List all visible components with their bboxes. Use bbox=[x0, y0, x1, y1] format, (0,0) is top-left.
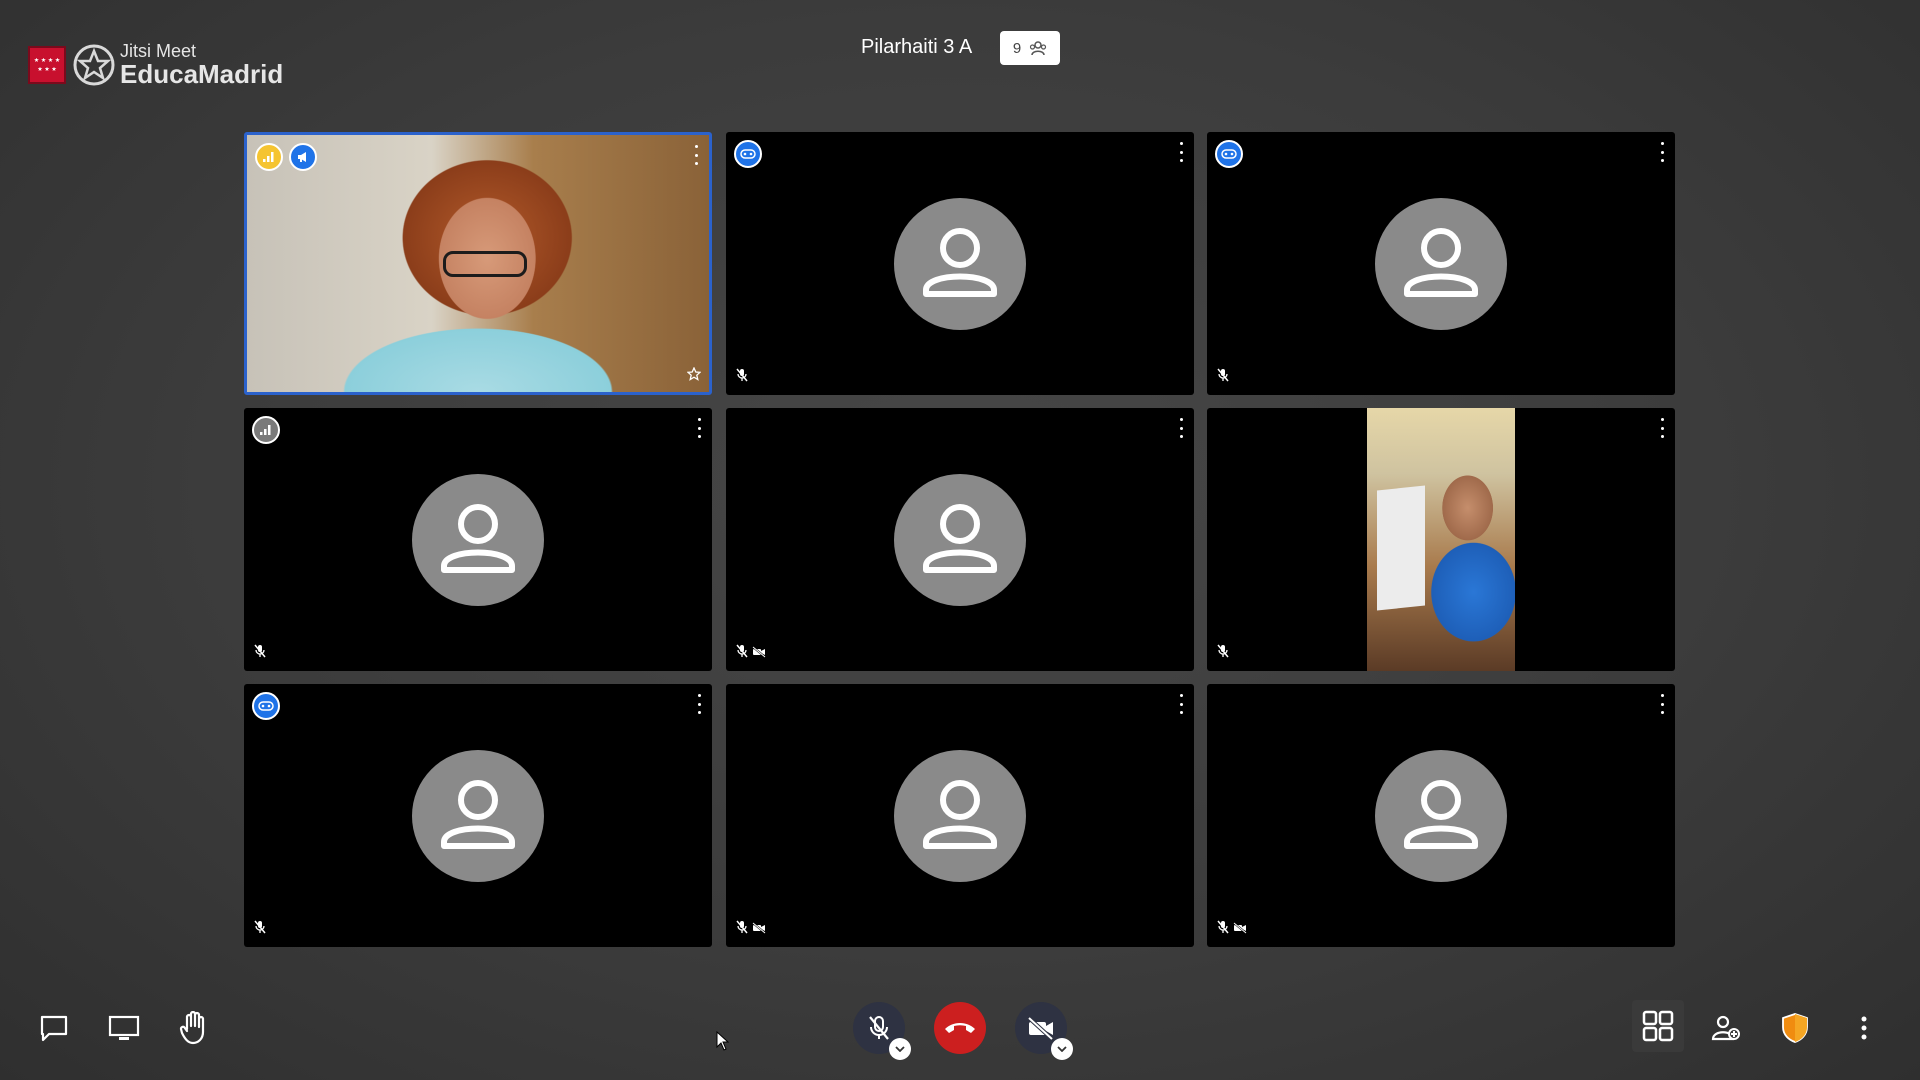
tile-menu-icon[interactable] bbox=[1178, 694, 1184, 714]
tile-view-button[interactable] bbox=[1632, 1000, 1684, 1052]
chevron-down-icon bbox=[895, 1046, 905, 1052]
participants-icon bbox=[1030, 41, 1047, 56]
tile-menu-icon[interactable] bbox=[696, 694, 702, 714]
participant-tile[interactable] bbox=[244, 132, 712, 395]
tile-badges bbox=[1215, 140, 1243, 168]
participant-tile[interactable] bbox=[726, 684, 1194, 947]
mic-options-button[interactable] bbox=[889, 1038, 911, 1060]
chevron-down-icon bbox=[1057, 1046, 1067, 1052]
tile-status-indicators bbox=[1217, 920, 1247, 939]
mic-muted-icon bbox=[254, 644, 266, 663]
mic-toggle-button[interactable] bbox=[853, 1002, 911, 1060]
avatar-icon bbox=[894, 474, 1026, 606]
star-icon bbox=[686, 366, 702, 386]
tile-status-indicators bbox=[736, 920, 766, 939]
camera-off-icon bbox=[1027, 1016, 1054, 1040]
room-title: Pilarhaiti 3 A bbox=[861, 36, 973, 58]
remote-control-icon[interactable] bbox=[252, 692, 280, 720]
hangup-button[interactable] bbox=[934, 1002, 986, 1054]
remote-control-icon[interactable] bbox=[1215, 140, 1243, 168]
avatar-icon bbox=[1375, 198, 1507, 330]
tile-status-indicators bbox=[254, 920, 266, 939]
camera-off-icon bbox=[752, 921, 766, 939]
more-icon bbox=[1861, 1016, 1867, 1040]
dominant-speaker-icon[interactable] bbox=[289, 143, 317, 171]
avatar-icon bbox=[412, 750, 544, 882]
participant-tile[interactable] bbox=[1207, 408, 1675, 671]
mic-muted-icon bbox=[869, 1016, 889, 1040]
participant-tile[interactable] bbox=[1207, 132, 1675, 395]
mic-muted-icon bbox=[736, 368, 748, 387]
more-options-button[interactable] bbox=[1846, 1010, 1882, 1046]
participant-tile[interactable] bbox=[726, 132, 1194, 395]
connection-indicator-icon[interactable] bbox=[255, 143, 283, 171]
screen-share-button[interactable] bbox=[106, 1010, 142, 1046]
tile-status-indicators bbox=[1217, 644, 1229, 663]
hangup-icon bbox=[945, 1023, 975, 1033]
invite-icon bbox=[1711, 1015, 1740, 1041]
participants-count-button[interactable]: 9 bbox=[1000, 31, 1060, 65]
tile-badges bbox=[734, 140, 762, 168]
camera-off-icon bbox=[1233, 921, 1247, 939]
avatar-icon bbox=[1375, 750, 1507, 882]
security-button[interactable] bbox=[1777, 1010, 1813, 1046]
camera-off-icon bbox=[752, 645, 766, 663]
video-detail bbox=[1377, 485, 1425, 611]
brand-name: EducaMadrid bbox=[120, 59, 284, 89]
participant-tile[interactable] bbox=[1207, 684, 1675, 947]
tile-menu-icon[interactable] bbox=[1178, 418, 1184, 438]
tile-status-indicators bbox=[254, 644, 266, 663]
participant-tile[interactable] bbox=[726, 408, 1194, 671]
tile-status-indicators bbox=[1217, 368, 1229, 387]
mic-muted-icon bbox=[1217, 368, 1229, 387]
avatar-icon bbox=[412, 474, 544, 606]
security-shield-icon bbox=[1782, 1013, 1808, 1043]
avatar-icon bbox=[894, 750, 1026, 882]
camera-options-button[interactable] bbox=[1051, 1038, 1073, 1060]
mic-muted-icon bbox=[736, 644, 748, 663]
tile-menu-icon[interactable] bbox=[1659, 418, 1665, 438]
avatar-icon bbox=[894, 198, 1026, 330]
camera-toggle-button[interactable] bbox=[1015, 1002, 1073, 1060]
tile-menu-icon[interactable] bbox=[1178, 142, 1184, 162]
mic-muted-icon bbox=[1217, 920, 1229, 939]
mouse-cursor-icon bbox=[716, 1031, 730, 1051]
tile-menu-icon[interactable] bbox=[1659, 142, 1665, 162]
tile-badges bbox=[252, 692, 280, 720]
chat-icon bbox=[40, 1015, 68, 1042]
mic-muted-icon bbox=[254, 920, 266, 939]
tile-menu-icon[interactable] bbox=[696, 418, 702, 438]
participant-tile[interactable] bbox=[244, 408, 712, 671]
tile-status-indicators bbox=[736, 644, 766, 663]
tile-menu-icon[interactable] bbox=[1659, 694, 1665, 714]
participant-video bbox=[247, 135, 709, 392]
mic-muted-icon bbox=[736, 920, 748, 939]
video-detail bbox=[443, 251, 527, 277]
participant-count: 9 bbox=[1012, 39, 1022, 57]
tile-view-icon bbox=[1642, 1010, 1674, 1042]
tile-status-indicators bbox=[736, 368, 748, 387]
product-name: Jitsi Meet bbox=[120, 41, 197, 61]
connection-indicator-icon[interactable] bbox=[252, 416, 280, 444]
raise-hand-icon bbox=[179, 1011, 205, 1045]
remote-control-icon[interactable] bbox=[734, 140, 762, 168]
invite-button[interactable] bbox=[1708, 1010, 1744, 1046]
logo[interactable]: Jitsi Meet EducaMadrid bbox=[28, 42, 283, 87]
tile-badges bbox=[255, 143, 317, 171]
participant-tile[interactable] bbox=[244, 684, 712, 947]
jitsi-logo-icon bbox=[73, 44, 115, 85]
meeting-screen: Jitsi Meet EducaMadrid Pilarhaiti 3 A 9 bbox=[0, 0, 1920, 1080]
tile-menu-icon[interactable] bbox=[693, 145, 699, 165]
mic-muted-icon bbox=[1217, 644, 1229, 663]
tile-badges bbox=[252, 416, 280, 444]
screen-share-icon bbox=[108, 1015, 140, 1040]
participant-video bbox=[1367, 408, 1515, 671]
chat-button[interactable] bbox=[36, 1010, 72, 1046]
madrid-flag-icon bbox=[28, 45, 66, 84]
raise-hand-button[interactable] bbox=[176, 1010, 212, 1046]
